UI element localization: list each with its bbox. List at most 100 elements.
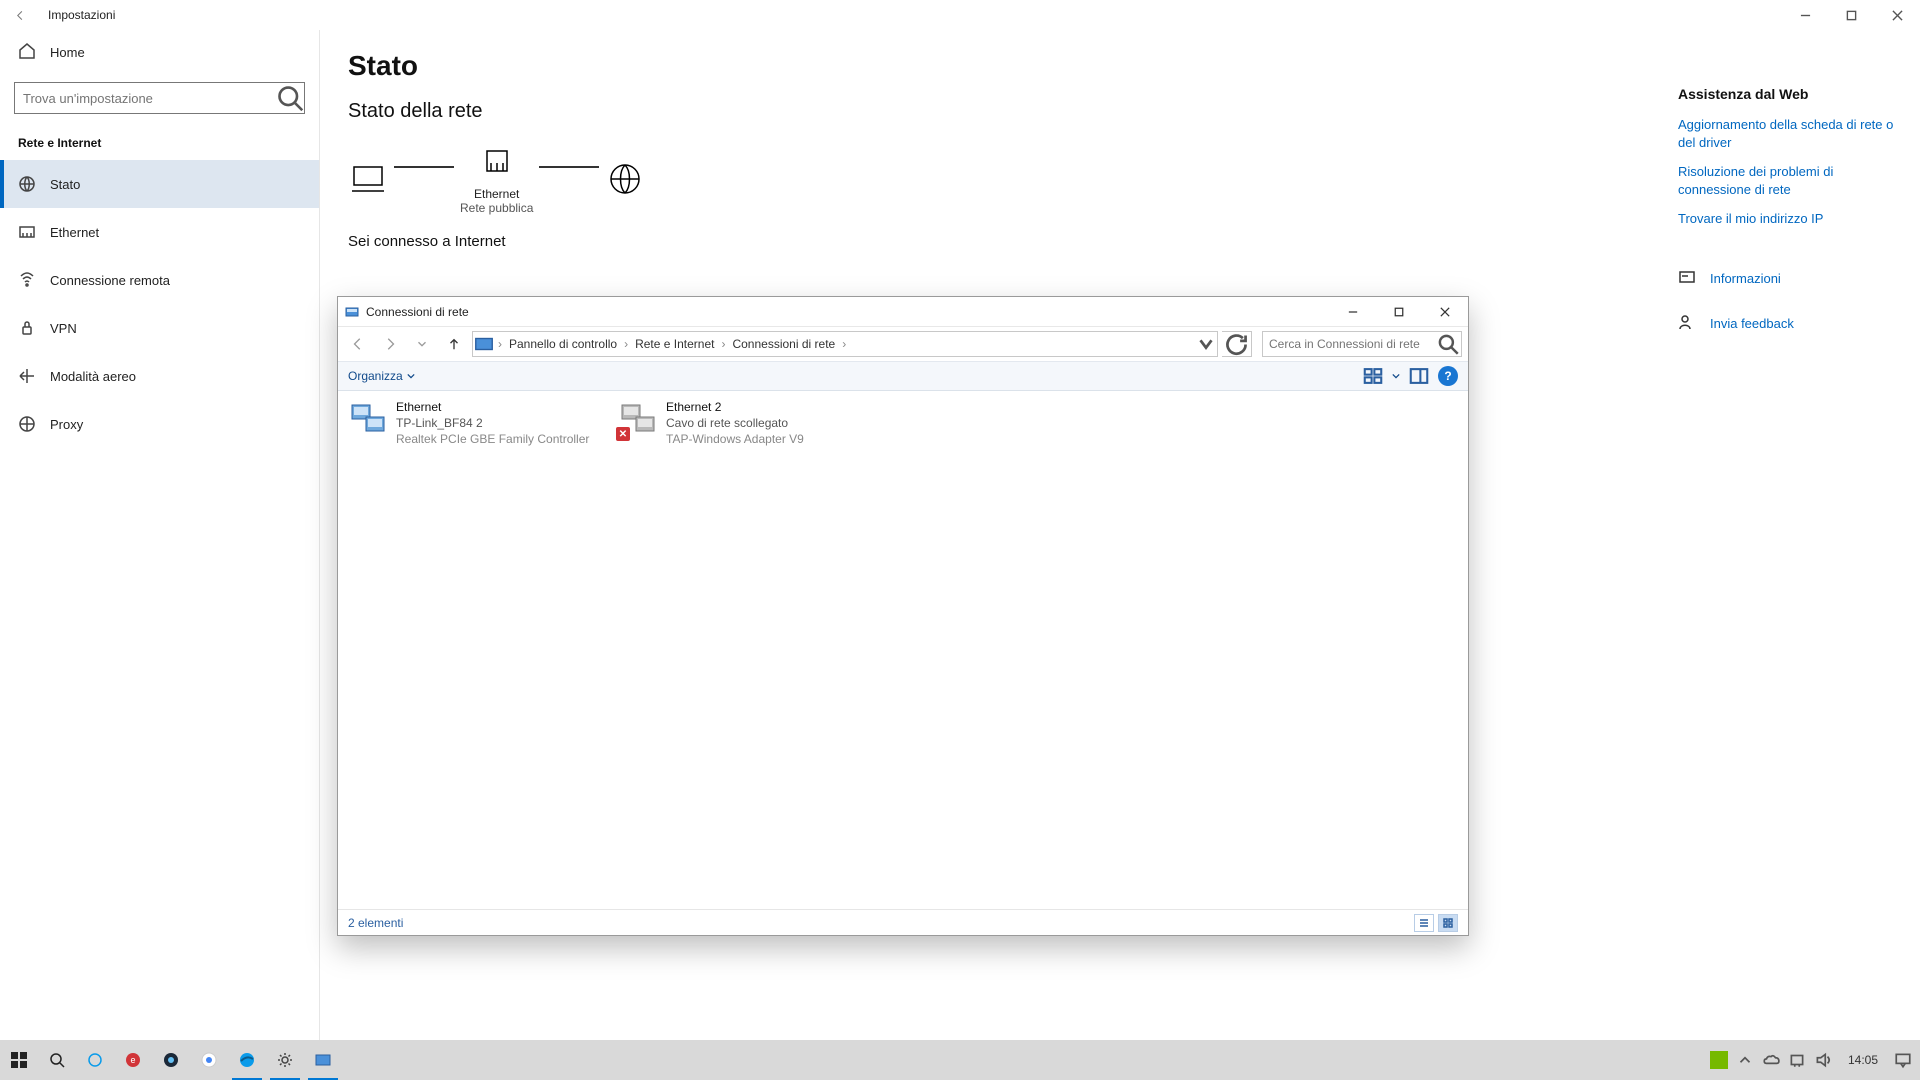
explorer-maximize-button[interactable] <box>1376 297 1422 327</box>
help-link-troubleshoot[interactable]: Risoluzione dei problemi di connessione … <box>1678 163 1900 198</box>
diagram-line <box>539 166 599 168</box>
help-link-find-ip[interactable]: Trovare il mio indirizzo IP <box>1678 210 1900 228</box>
address-dropdown[interactable] <box>1195 333 1217 355</box>
feedback-label: Invia feedback <box>1710 316 1794 331</box>
taskbar-app-explorer[interactable] <box>304 1040 342 1080</box>
explorer-navbar: › Pannello di controllo › Rete e Interne… <box>338 327 1468 361</box>
back-button[interactable] <box>0 0 40 30</box>
vpn-icon <box>18 319 36 337</box>
explorer-content[interactable]: Ethernet TP-Link_BF84 2 Realtek PCIe GBE… <box>338 391 1468 909</box>
home-label: Home <box>50 45 85 60</box>
sidebar-item-label: Ethernet <box>50 225 99 240</box>
settings-sidebar: Home Rete e Internet Stato Ethernet Conn… <box>0 30 320 1048</box>
info-icon <box>1678 268 1696 289</box>
tray: 14:05 <box>1710 1051 1920 1069</box>
explorer-minimize-button[interactable] <box>1330 297 1376 327</box>
tray-notifications-icon[interactable] <box>1894 1051 1912 1069</box>
taskbar-app[interactable] <box>152 1040 190 1080</box>
help-button[interactable]: ? <box>1438 366 1458 386</box>
sidebar-search-input[interactable] <box>15 91 276 106</box>
nav-forward-button[interactable] <box>376 331 404 357</box>
airplane-icon <box>18 367 36 385</box>
explorer-toolbar: Organizza ? <box>338 361 1468 391</box>
address-bar[interactable]: › Pannello di controllo › Rete e Interne… <box>472 331 1218 357</box>
taskbar-app-edge[interactable] <box>228 1040 266 1080</box>
start-button[interactable] <box>0 1040 38 1080</box>
svg-text:e: e <box>130 1055 135 1065</box>
sidebar-item-vpn[interactable]: VPN <box>0 304 319 352</box>
feedback-icon <box>1678 313 1696 334</box>
refresh-button[interactable] <box>1222 331 1252 357</box>
taskbar-app[interactable] <box>190 1040 228 1080</box>
help-link-update-driver[interactable]: Aggiornamento della scheda di rete o del… <box>1678 116 1900 151</box>
disconnected-icon: ✕ <box>616 427 630 441</box>
proxy-icon <box>18 415 36 433</box>
chevron-down-icon <box>1392 372 1400 380</box>
view-details-button[interactable] <box>1414 914 1434 932</box>
connection-icon: ✕ <box>618 399 658 439</box>
settings-rightpane: Assistenza dal Web Aggiornamento della s… <box>1660 30 1920 1048</box>
tray-nvidia-icon[interactable] <box>1710 1051 1728 1069</box>
view-tiles-button[interactable] <box>1438 914 1458 932</box>
connection-item[interactable]: Ethernet TP-Link_BF84 2 Realtek PCIe GBE… <box>348 399 598 448</box>
connected-text: Sei connesso a Internet <box>348 233 1632 250</box>
sidebar-item-status[interactable]: Stato <box>0 160 319 208</box>
taskbar-cortana-button[interactable] <box>76 1040 114 1080</box>
organize-button[interactable]: Organizza <box>348 369 415 383</box>
explorer-search-input[interactable] <box>1263 337 1435 351</box>
nav-recent-button[interactable] <box>408 331 436 357</box>
sidebar-item-label: Modalità aereo <box>50 369 136 384</box>
explorer-statusbar: 2 elementi <box>338 909 1468 935</box>
adapter-label: Ethernet <box>474 187 519 201</box>
nav-back-button[interactable] <box>344 331 372 357</box>
breadcrumb-item[interactable]: Pannello di controllo <box>505 337 621 351</box>
sidebar-item-label: Connessione remota <box>50 273 170 288</box>
breadcrumb-item[interactable]: Rete e Internet <box>631 337 718 351</box>
view-options-button[interactable] <box>1362 365 1384 387</box>
search-icon <box>1435 331 1461 357</box>
chevron-down-icon <box>407 372 415 380</box>
sidebar-home[interactable]: Home <box>0 32 319 72</box>
sidebar-section-title: Rete e Internet <box>0 128 319 160</box>
tray-volume-icon[interactable] <box>1814 1051 1832 1069</box>
sidebar-item-ethernet[interactable]: Ethernet <box>0 208 319 256</box>
sidebar-item-label: Proxy <box>50 417 83 432</box>
sidebar-item-dialup[interactable]: Connessione remota <box>0 256 319 304</box>
taskbar-app-settings[interactable] <box>266 1040 304 1080</box>
sidebar-item-airplane[interactable]: Modalità aereo <box>0 352 319 400</box>
breadcrumb-sep: › <box>495 337 505 351</box>
connection-icon <box>348 399 388 439</box>
taskbar-search-button[interactable] <box>38 1040 76 1080</box>
tray-onedrive-icon[interactable] <box>1762 1051 1780 1069</box>
maximize-button[interactable] <box>1828 0 1874 30</box>
breadcrumb-sep: › <box>839 337 849 351</box>
explorer-close-button[interactable] <box>1422 297 1468 327</box>
tray-clock[interactable]: 14:05 <box>1840 1053 1886 1067</box>
explorer-search[interactable] <box>1262 331 1462 357</box>
address-icon <box>473 333 495 355</box>
taskbar: e 14:05 <box>0 1040 1920 1080</box>
sidebar-item-proxy[interactable]: Proxy <box>0 400 319 448</box>
close-button[interactable] <box>1874 0 1920 30</box>
diagram-internet <box>605 159 645 199</box>
explorer-titlebar[interactable]: Connessioni di rete <box>338 297 1468 327</box>
sidebar-item-label: VPN <box>50 321 77 336</box>
connection-device: Realtek PCIe GBE Family Controller <box>396 431 589 447</box>
taskbar-app[interactable]: e <box>114 1040 152 1080</box>
connection-status: Cavo di rete scollegato <box>666 415 804 431</box>
feedback-link[interactable]: Invia feedback <box>1678 313 1900 334</box>
info-label: Informazioni <box>1710 271 1781 286</box>
breadcrumb-item[interactable]: Connessioni di rete <box>728 337 839 351</box>
tray-overflow-icon[interactable] <box>1736 1051 1754 1069</box>
dialup-icon <box>18 271 36 289</box>
minimize-button[interactable] <box>1782 0 1828 30</box>
tray-network-icon[interactable] <box>1788 1051 1806 1069</box>
preview-pane-button[interactable] <box>1408 365 1430 387</box>
sidebar-search[interactable] <box>14 82 305 114</box>
connection-item[interactable]: ✕ Ethernet 2 Cavo di rete scollegato TAP… <box>618 399 868 448</box>
connection-status: TP-Link_BF84 2 <box>396 415 589 431</box>
explorer-title: Connessioni di rete <box>366 305 469 319</box>
item-count: 2 elementi <box>348 916 403 930</box>
nav-up-button[interactable] <box>440 331 468 357</box>
info-link[interactable]: Informazioni <box>1678 268 1900 289</box>
